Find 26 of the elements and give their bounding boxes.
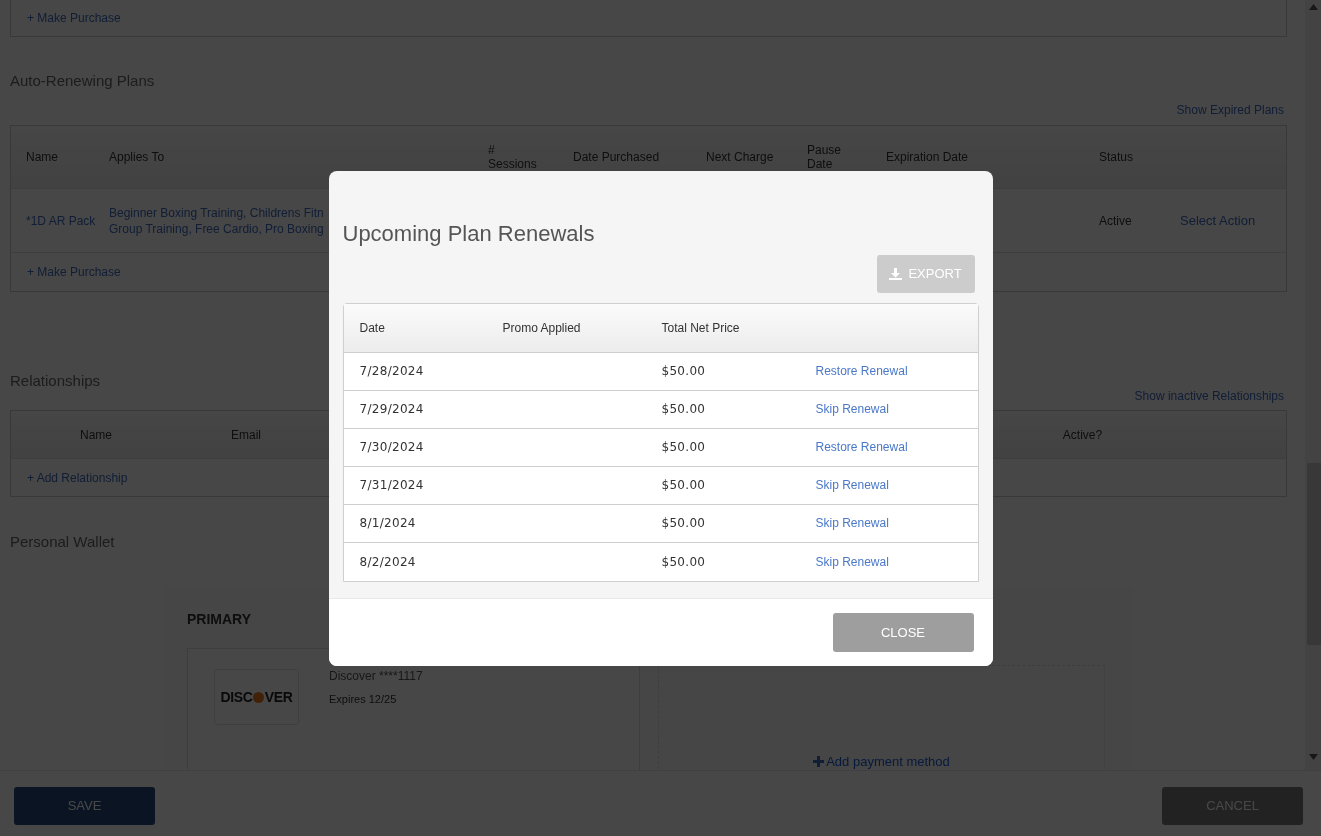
dialog-title: Upcoming Plan Renewals bbox=[342, 220, 596, 247]
close-button[interactable]: CLOSE bbox=[832, 612, 974, 652]
renewal-action-link[interactable]: Skip Renewal bbox=[815, 478, 889, 492]
column-header: Date bbox=[359, 320, 386, 335]
download-icon bbox=[889, 267, 903, 280]
renewal-action-link[interactable]: Skip Renewal bbox=[815, 402, 889, 416]
date-cell-text: 8/2/2024 bbox=[359, 554, 417, 569]
renewal-action-link[interactable]: Restore Renewal bbox=[815, 440, 908, 454]
table-cell-text: Active bbox=[1099, 213, 1133, 228]
renewal-action-link[interactable]: Skip Renewal bbox=[815, 554, 889, 569]
renewal-action-link[interactable]: Restore Renewal bbox=[815, 364, 908, 378]
price-cell-text: $50.00 bbox=[661, 440, 707, 454]
price-cell-text: $50.00 bbox=[661, 402, 707, 416]
renewal-action-link[interactable]: Skip Renewal bbox=[815, 516, 889, 530]
date-cell-text: 7/30/2024 bbox=[359, 440, 425, 454]
primary-label: PRIMARY bbox=[187, 610, 253, 628]
column-header: Promo Applied bbox=[502, 320, 582, 335]
price-cell-text: $50.00 bbox=[661, 364, 707, 378]
date-cell-text: 8/1/2024 bbox=[359, 516, 417, 530]
column-header: Total Net Price bbox=[661, 320, 741, 335]
price-cell-text: $50.00 bbox=[661, 516, 707, 530]
price-cell-text: $50.00 bbox=[661, 554, 707, 569]
date-cell-text: 7/31/2024 bbox=[359, 478, 425, 492]
price-cell-text: $50.00 bbox=[661, 478, 707, 492]
date-cell-text: 7/29/2024 bbox=[359, 402, 425, 416]
date-cell-text: 7/28/2024 bbox=[359, 364, 425, 378]
